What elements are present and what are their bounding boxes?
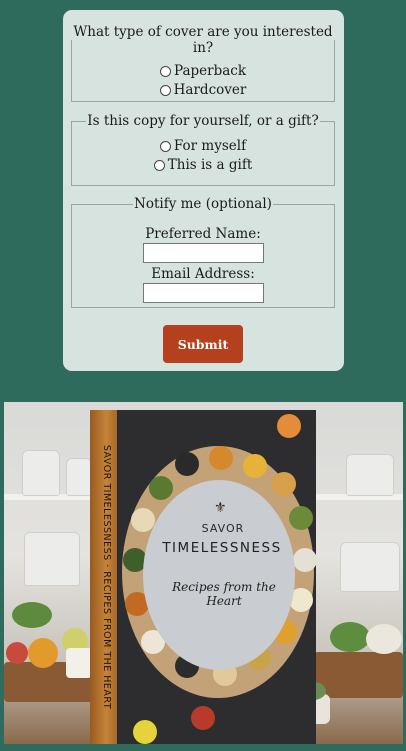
for-myself-label: For myself [173,138,247,154]
orange [28,638,58,668]
kitchen-pot [24,532,80,586]
greens [12,602,52,628]
cover-type-fieldset: What type of cover are you interested in… [71,24,335,102]
notify-legend: Notify me (optional) [134,196,272,212]
hardcover-label: Hardcover [173,82,247,98]
hardcover-radio[interactable] [159,85,171,96]
cutting-board [314,652,403,698]
cup [66,648,92,678]
cover-request-form: What type of cover are you interested in… [63,10,344,371]
spine-title: SAVOR TIMELESSNESS · RECIPES FROM THE HE… [101,444,112,710]
submit-button[interactable]: Submit [163,325,243,363]
spice-bowl [133,720,157,744]
kitchen-jar [22,450,60,496]
paperback-radio[interactable] [159,66,171,77]
for-myself-radio[interactable] [159,141,171,152]
spice-bowl [277,414,301,438]
recipient-legend: Is this copy for yourself, or a gift? [87,113,319,129]
spice-bowl [243,454,267,478]
email-address-input[interactable] [142,283,264,303]
book-spine: SAVOR TIMELESSNESS · RECIPES FROM THE HE… [90,410,117,744]
preferred-name-label: Preferred Name: [145,226,261,242]
spice-bowl [272,472,296,496]
greens [330,622,370,652]
email-address-label: Email Address: [151,266,255,282]
cover-subtitle: Recipes from the Heart [172,580,276,608]
spice-bowl [175,452,199,476]
spice-bowl [191,706,215,730]
recipient-fieldset: Is this copy for yourself, or a gift? Fo… [71,113,335,186]
paperback-option[interactable]: Paperback [72,62,334,81]
apple [6,642,28,664]
spice-bowl [289,506,313,530]
cover-title-line-2: TIMELESSNESS [162,540,282,556]
gift-radio[interactable] [153,160,165,171]
cover-title-line-1: SAVOR [201,522,245,535]
hardcover-option[interactable]: Hardcover [72,81,334,100]
spice-bowl [293,548,317,572]
preferred-name-input[interactable] [142,243,264,263]
kitchen-jar [66,458,92,496]
fleur-de-lis-icon: ⚜ [214,500,227,516]
bowl [366,624,402,654]
for-myself-option[interactable]: For myself [72,137,334,156]
kitchen-jar [346,454,394,496]
gift-option[interactable]: This is a gift [72,156,334,175]
gift-label: This is a gift [167,157,253,173]
kitchen-pot [340,542,400,592]
cookbook-product-image: SAVOR TIMELESSNESS · RECIPES FROM THE HE… [4,402,403,744]
paperback-label: Paperback [173,63,247,79]
spice-bowl [149,476,173,500]
cover-type-legend: What type of cover are you interested in… [73,24,333,56]
book-cover: ⚜ SAVOR TIMELESSNESS Recipes from the He… [117,410,317,744]
notify-fieldset: Notify me (optional) Preferred Name: Ema… [71,196,335,308]
spice-bowl [209,446,233,470]
